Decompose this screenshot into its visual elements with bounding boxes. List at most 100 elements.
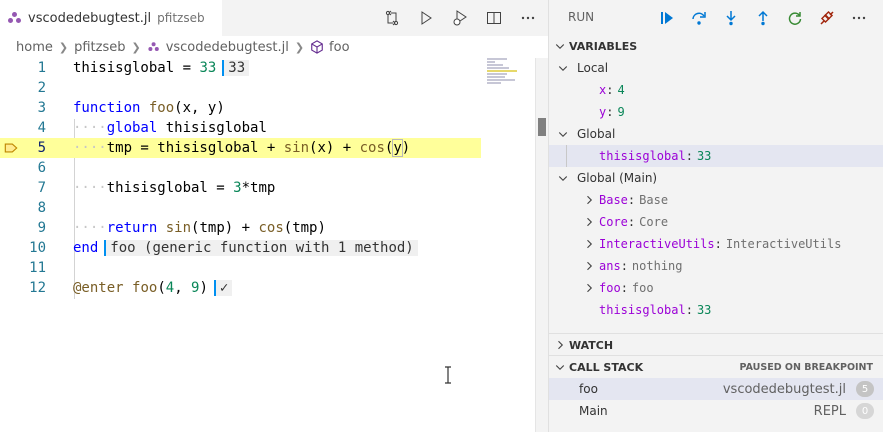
stack-frame[interactable]: foo vscodedebugtest.jl 5 — [549, 378, 883, 400]
variable-value: 33 — [696, 303, 712, 317]
step-over-icon[interactable] — [687, 6, 711, 30]
tab-filename: vscodedebugtest.jl — [28, 10, 152, 26]
variable-name: Core — [599, 215, 628, 229]
variable-value: InteractiveUtils — [725, 237, 842, 251]
editor-scrollbar[interactable] — [535, 58, 548, 432]
debug-run-icon[interactable] — [448, 6, 472, 30]
debug-sidebar: RUN VARIABLES Local x: 4 y: 9 Global t… — [548, 0, 883, 432]
run-icon[interactable] — [414, 6, 438, 30]
code-line: 3 function foo(x, y) — [0, 98, 483, 118]
chevron-down-icon — [555, 128, 571, 140]
editor-tab-bar: vscodedebugtest.jl pfitzseb — [0, 0, 548, 36]
line-number: 8 — [37, 200, 46, 216]
line-number: 11 — [29, 260, 46, 276]
chevron-right-icon[interactable] — [581, 282, 597, 294]
variables-section-header[interactable]: VARIABLES — [549, 35, 883, 57]
breadcrumb-folder[interactable]: pfitzseb — [74, 40, 125, 55]
run-header: RUN — [549, 0, 883, 36]
frame-line-badge: 0 — [856, 403, 874, 419]
variable-row[interactable]: y: 9 — [549, 101, 883, 123]
frame-name: foo — [579, 382, 598, 396]
inline-result: 33 — [222, 60, 250, 76]
chevron-down-icon — [555, 172, 571, 184]
code-editor[interactable]: 1 thisisglobal = 33 33 2 3 function foo(x… — [0, 58, 535, 432]
breadcrumb: home ❯ pfitzseb ❯ vscodedebugtest.jl ❯ f… — [16, 36, 350, 58]
line-number: 3 — [37, 100, 46, 116]
frame-file: vscodedebugtest.jl — [722, 381, 846, 397]
chevron-right-icon[interactable] — [581, 194, 597, 206]
code-text: thisisglobal = 33 33 — [73, 60, 250, 76]
code-text: ····return sin(tmp) + cos(tmp) — [73, 220, 326, 236]
code-text: ····global thisisglobal — [73, 120, 267, 136]
variable-name: foo — [599, 281, 621, 295]
chevron-right-icon[interactable] — [581, 238, 597, 250]
breadcrumb-symbol[interactable]: foo — [329, 40, 349, 55]
more-icon[interactable] — [847, 6, 871, 30]
line-number: 4 — [37, 120, 46, 136]
line-number: 10 — [29, 240, 46, 256]
inline-result: ✓ — [213, 280, 233, 296]
variable-name: Base — [599, 193, 628, 207]
variable-row[interactable]: thisisglobal: 33 — [549, 299, 883, 321]
line-number: 9 — [37, 220, 46, 236]
line-number: 5 — [37, 140, 46, 156]
chevron-right-icon[interactable] — [581, 216, 597, 228]
code-line: 1 thisisglobal = 33 33 — [0, 58, 483, 78]
editor-tab[interactable]: vscodedebugtest.jl pfitzseb — [0, 0, 222, 36]
code-line: 11 — [0, 258, 483, 278]
disconnect-icon[interactable] — [815, 6, 839, 30]
variable-row[interactable]: thisisglobal: 33 — [549, 145, 883, 167]
code-line: 4 ····global thisisglobal — [0, 118, 483, 138]
code-text: end foo (generic function with 1 method) — [73, 240, 418, 256]
code-line: 12 @enter foo(4, 9) ✓ — [0, 278, 483, 298]
variable-row[interactable]: Base: Base — [549, 189, 883, 211]
line-number: 2 — [37, 80, 46, 96]
chevron-right-icon: ❯ — [58, 40, 69, 54]
minimap[interactable] — [487, 58, 527, 88]
watch-section-header[interactable]: WATCH — [549, 334, 883, 356]
breadcrumb-file[interactable]: vscodedebugtest.jl — [166, 40, 289, 55]
line-number: 12 — [29, 280, 46, 296]
variable-name: ans — [599, 259, 621, 273]
variable-value: Core — [639, 215, 669, 229]
code-line: 9 ····return sin(tmp) + cos(tmp) — [0, 218, 483, 238]
paused-status: PAUSED ON BREAKPOINT — [739, 362, 874, 373]
chevron-right-icon[interactable] — [581, 260, 597, 272]
chevron-down-icon — [551, 40, 569, 52]
variable-row[interactable]: InteractiveUtils: InteractiveUtils — [549, 233, 883, 255]
variable-value: foo — [631, 281, 654, 295]
variable-value: Base — [639, 193, 669, 207]
scrollbar-thumb[interactable] — [538, 118, 546, 136]
variable-row[interactable]: foo: foo — [549, 277, 883, 299]
more-actions-icon[interactable] — [516, 6, 540, 30]
variable-row[interactable]: Core: Core — [549, 211, 883, 233]
code-line: 8 — [0, 198, 483, 218]
code-line: 10 end foo (generic function with 1 metho… — [0, 238, 483, 258]
scope-global[interactable]: Global — [549, 123, 883, 145]
inline-result: foo (generic function with 1 method) — [104, 240, 418, 256]
chevron-right-icon — [551, 339, 569, 351]
call-stack-section-header[interactable]: CALL STACK PAUSED ON BREAKPOINT — [549, 356, 883, 378]
scope-global-main[interactable]: Global (Main) — [549, 167, 883, 189]
code-text: ····thisisglobal = 3*tmp — [73, 180, 276, 196]
continue-icon[interactable] — [655, 6, 679, 30]
source-control-compare-icon[interactable] — [380, 6, 404, 30]
variable-name: y — [599, 105, 607, 119]
line-number: 7 — [37, 180, 46, 196]
code-text: ····tmp = thisisglobal + sin(x) + cos(y) — [73, 139, 411, 157]
stack-frame[interactable]: Main REPL 0 — [549, 400, 883, 422]
variable-name: thisisglobal — [599, 149, 686, 163]
restart-icon[interactable] — [783, 6, 807, 30]
chevron-right-icon: ❯ — [131, 40, 141, 54]
step-out-icon[interactable] — [751, 6, 775, 30]
line-number: 6 — [37, 160, 46, 176]
split-editor-icon[interactable] — [482, 6, 506, 30]
step-into-icon[interactable] — [719, 6, 743, 30]
frame-file: REPL — [813, 403, 846, 419]
variable-row[interactable]: ans: nothing — [549, 255, 883, 277]
scope-local[interactable]: Local — [549, 57, 883, 79]
variable-row[interactable]: x: 4 — [549, 79, 883, 101]
chevron-right-icon: ❯ — [294, 40, 305, 54]
chevron-down-icon — [555, 62, 571, 74]
breadcrumb-home[interactable]: home — [16, 40, 53, 55]
